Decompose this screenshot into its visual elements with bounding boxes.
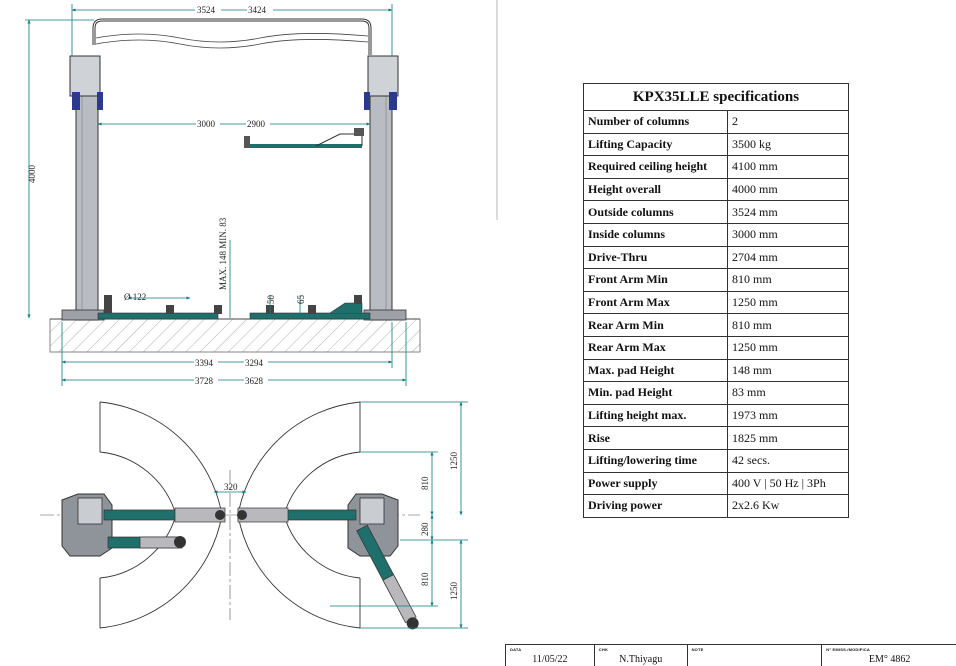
- top-view: 1250 810 320 280 810 1250: [40, 401, 468, 630]
- spec-label: Front Arm Min: [583, 268, 728, 292]
- spec-value: 3524 mm: [727, 200, 849, 224]
- table-row: Min. pad Height 83 mm: [583, 381, 849, 405]
- table-row: Lifting/lowering time 42 secs.: [583, 448, 849, 473]
- spec-label: Drive-Thru: [583, 245, 728, 270]
- dim-top-inside: 3424: [248, 5, 267, 15]
- spec-value: 4000 mm: [727, 177, 849, 202]
- dim-pad-height: MAX. 148 MIN. 83: [218, 217, 228, 290]
- spec-label: Rise: [583, 426, 728, 450]
- change-value: EM° 4862: [868, 654, 911, 665]
- date-value: 11/05/22: [532, 654, 568, 665]
- table-row: Front Arm Max 1250 mm: [583, 290, 849, 315]
- spec-value: 2704 mm: [727, 245, 849, 270]
- spec-table: KPX35LLE specifications Number of column…: [583, 83, 849, 518]
- spec-label: Rear Arm Min: [583, 313, 728, 337]
- spec-value: 1973 mm: [727, 403, 849, 428]
- title-block-date: DATA 11/05/22: [506, 645, 595, 666]
- front-view: 3524 3424 4000 3000 2900 MAX. 148 MIN. 8…: [25, 4, 421, 386]
- dim-bottom-outer-a: 3728: [195, 376, 214, 386]
- dim-center-gap: 320: [224, 482, 238, 492]
- table-row: Number of columns 2: [583, 110, 849, 134]
- table-row: Lifting Capacity 3500 kg: [583, 132, 849, 157]
- spec-label: Outside columns: [583, 200, 728, 224]
- left-motor: [72, 92, 80, 110]
- spec-label: Inside columns: [583, 222, 728, 247]
- dim-arm-len-upper: 810: [420, 476, 430, 490]
- table-row: Drive-Thru 2704 mm: [583, 245, 849, 270]
- title-block-change: N° EMISS./MODIFICA EM° 4862: [822, 645, 956, 666]
- spec-label: Lifting height max.: [583, 403, 728, 428]
- left-column: [75, 87, 99, 321]
- table-row: Front Arm Min 810 mm: [583, 268, 849, 292]
- table-row: Rise 1825 mm: [583, 426, 849, 450]
- dim-column-gap: 280: [420, 522, 430, 536]
- spec-value: 810 mm: [727, 268, 849, 292]
- dim-arm-reach-lower: 1250: [449, 582, 459, 601]
- floor-slab: [49, 318, 421, 353]
- title-block-note: NOTE: [688, 645, 823, 666]
- change-caption: N° EMISS./MODIFICA: [826, 647, 870, 652]
- right-motor: [389, 92, 397, 110]
- spec-value: 4100 mm: [727, 155, 849, 179]
- dim-height-overall: 4000: [27, 165, 37, 184]
- spec-label: Required ceiling height: [583, 155, 728, 179]
- spec-table-title: KPX35LLE specifications: [583, 83, 849, 111]
- table-row: Inside columns 3000 mm: [583, 222, 849, 247]
- title-block-checker: CHK N.Thiyagu: [595, 645, 688, 666]
- spec-label: Rear Arm Max: [583, 335, 728, 360]
- spec-value: 2x2.6 Kw: [727, 494, 849, 518]
- dim-top-outside: 3524: [197, 5, 216, 15]
- dim-arm-len-lower: 810: [420, 572, 430, 586]
- right-column-head: [367, 55, 399, 97]
- note-caption: NOTE: [691, 647, 704, 652]
- table-row: Max. pad Height 148 mm: [583, 358, 849, 383]
- raised-arm: [244, 128, 364, 148]
- spec-label: Min. pad Height: [583, 381, 728, 405]
- spec-value: 1250 mm: [727, 290, 849, 315]
- overhead-bar: [92, 18, 372, 55]
- dim-bottom-inner-a: 3394: [195, 358, 214, 368]
- table-row: Rear Arm Max 1250 mm: [583, 335, 849, 360]
- title-block: DATA 11/05/22 CHK N.Thiyagu NOTE N° EMIS…: [505, 644, 956, 666]
- spec-label: Lifting/lowering time: [583, 448, 728, 473]
- dim-65: 65: [296, 295, 306, 305]
- spec-label: Front Arm Max: [583, 290, 728, 315]
- date-caption: DATA: [510, 647, 522, 652]
- spec-value: 810 mm: [727, 313, 849, 337]
- checker-value: N.Thiyagu: [619, 654, 663, 665]
- dim-50: 50: [266, 295, 276, 305]
- spec-value: 148 mm: [727, 358, 849, 383]
- table-row: Power supply 400 V | 50 Hz | 3Ph: [583, 471, 849, 496]
- spec-value: 3000 mm: [727, 222, 849, 247]
- dim-arm-reach-upper: 1250: [449, 452, 459, 471]
- spec-value: 1250 mm: [727, 335, 849, 360]
- spec-label: Number of columns: [583, 110, 728, 134]
- table-row: Rear Arm Min 810 mm: [583, 313, 849, 337]
- dim-inner-a: 3000: [197, 119, 216, 129]
- table-row: Height overall 4000 mm: [583, 177, 849, 202]
- spec-value: 2: [727, 110, 849, 134]
- spec-value: 1825 mm: [727, 426, 849, 450]
- table-row: Driving power 2x2.6 Kw: [583, 494, 849, 518]
- dim-bottom-outer-b: 3628: [245, 376, 264, 386]
- spec-value: 42 secs.: [727, 448, 849, 473]
- spec-label: Driving power: [583, 494, 728, 518]
- spec-label: Height overall: [583, 177, 728, 202]
- dim-bottom-inner-b: 3294: [245, 358, 264, 368]
- spec-label: Power supply: [583, 471, 728, 496]
- dim-pad-diameter: Ø 122: [124, 292, 146, 302]
- spec-value: 83 mm: [727, 381, 849, 405]
- table-row: Outside columns 3524 mm: [583, 200, 849, 224]
- spec-label: Max. pad Height: [583, 358, 728, 383]
- spec-value: 3500 kg: [727, 132, 849, 157]
- spec-label: Lifting Capacity: [583, 132, 728, 157]
- spec-value: 400 V | 50 Hz | 3Ph: [727, 471, 849, 496]
- rear-arm-left: [107, 536, 186, 549]
- dim-inner-b: 2900: [247, 119, 266, 129]
- right-column: [369, 87, 393, 321]
- table-row: Lifting height max. 1973 mm: [583, 403, 849, 428]
- checker-caption: CHK: [598, 647, 609, 652]
- left-column-head: [69, 55, 101, 97]
- table-row: Required ceiling height 4100 mm: [583, 155, 849, 179]
